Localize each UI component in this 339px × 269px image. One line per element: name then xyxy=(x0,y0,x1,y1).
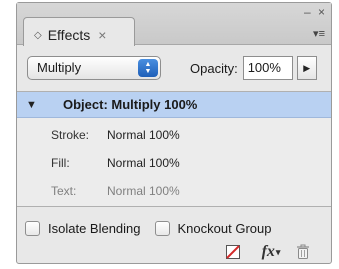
diamond-icon: ◇ xyxy=(34,29,42,41)
clear-effects-icon[interactable] xyxy=(225,243,241,261)
list-item-stroke[interactable]: Stroke: Normal 100% xyxy=(17,123,331,147)
list-item-fill[interactable]: Fill: Normal 100% xyxy=(17,151,331,175)
play-right-icon: ▶ xyxy=(303,62,311,73)
isolate-blending-label: Isolate Blending xyxy=(48,220,141,236)
blend-options: Isolate Blending Knockout Group xyxy=(25,217,325,239)
effects-panel: – × ◇ Effects × ▾≡ Multiply ▲ ▼ Opacity: … xyxy=(16,2,332,264)
trash-icon[interactable] xyxy=(295,243,311,261)
list-item-text[interactable]: Text: Normal 100% xyxy=(17,179,331,203)
row-name: Fill: xyxy=(51,156,70,170)
row-value: Normal 100% xyxy=(107,156,180,170)
select-stepper-icon[interactable]: ▲ ▼ xyxy=(138,59,158,77)
window-controls[interactable]: – × xyxy=(304,5,327,19)
panel-menu-icon[interactable]: ▾≡ xyxy=(313,27,325,40)
knockout-group-label: Knockout Group xyxy=(177,220,272,236)
opacity-slider-arrow[interactable]: ▶ xyxy=(296,56,317,80)
list-item-object[interactable]: ▼ Object: Multiply 100% xyxy=(17,92,331,118)
row-name: Stroke: xyxy=(51,128,90,142)
row-value: Normal 100% xyxy=(107,184,180,198)
blend-mode-value: Multiply xyxy=(37,60,82,75)
row-value: Normal 100% xyxy=(107,128,180,142)
opacity-input[interactable]: 100% xyxy=(242,56,293,80)
tab-title: Effects xyxy=(47,27,91,43)
panel-titlebar: – × ◇ Effects × ▾≡ xyxy=(17,3,331,46)
row-name: Text: xyxy=(51,184,77,198)
fx-label: fx xyxy=(261,243,275,260)
panel-footer: fx ▾ xyxy=(17,239,331,265)
disclosure-triangle-icon[interactable]: ▼ xyxy=(26,99,37,111)
isolate-blending-checkbox[interactable] xyxy=(25,220,40,236)
blend-mode-select[interactable]: Multiply ▲ ▼ xyxy=(27,56,161,80)
fx-icon[interactable]: fx ▾ xyxy=(258,243,284,261)
effects-list: ▼ Object: Multiply 100% Stroke: Normal 1… xyxy=(17,91,331,207)
opacity-label: Opacity: xyxy=(190,60,238,76)
tab-close-icon[interactable]: × xyxy=(98,27,106,43)
blend-controls: Multiply ▲ ▼ Opacity: 100% ▶ xyxy=(27,55,323,81)
knockout-group-checkbox[interactable] xyxy=(154,220,170,236)
object-label: Object: Multiply 100% xyxy=(63,97,198,112)
tab-effects[interactable]: ◇ Effects × xyxy=(23,17,135,46)
